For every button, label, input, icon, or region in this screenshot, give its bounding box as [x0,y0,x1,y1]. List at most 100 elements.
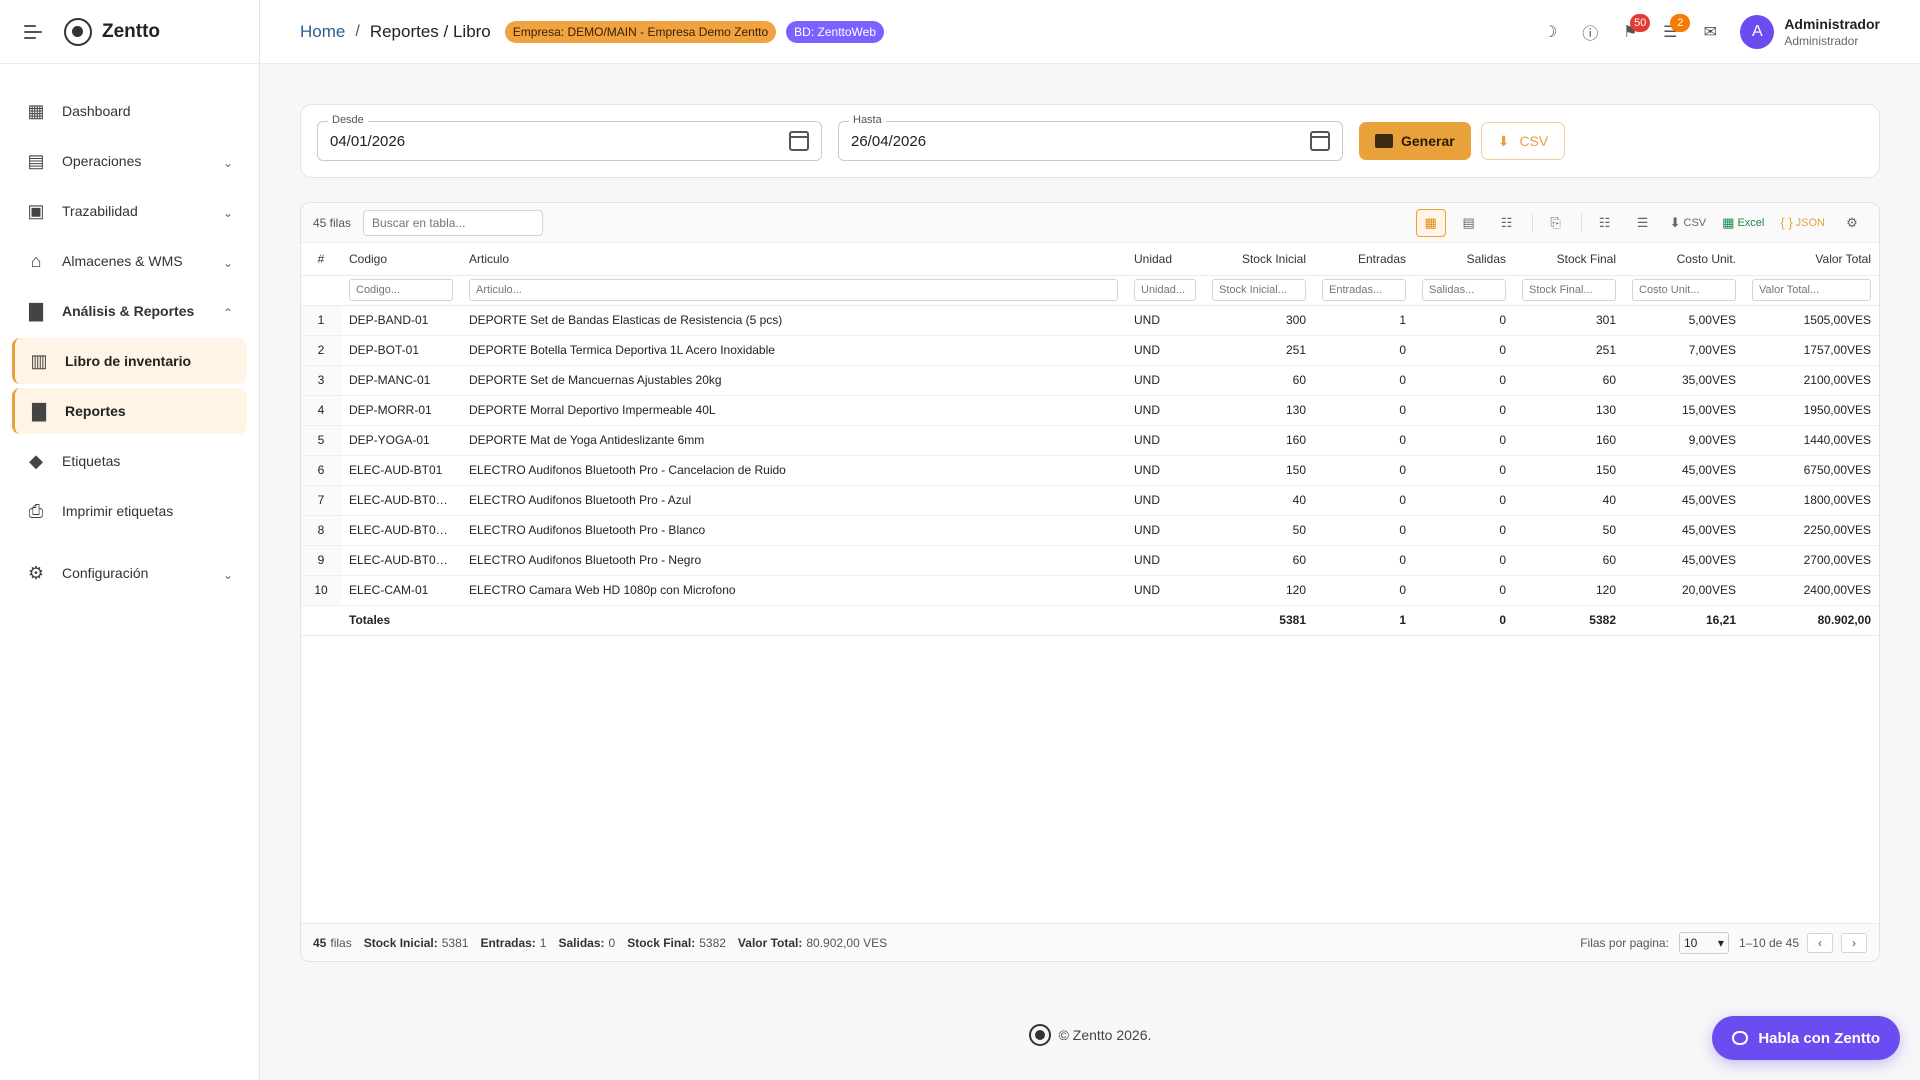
tasks-badge: 2 [1670,13,1691,32]
mail-icon[interactable]: ✉ [1690,12,1730,52]
column-header-entradas[interactable]: Entradas [1314,243,1414,276]
cell-salidas: 0 [1414,575,1514,606]
clipboard-icon[interactable]: ⎘ [1541,209,1571,237]
column-header-stock_final[interactable]: Stock Final [1514,243,1624,276]
chat-button[interactable]: Habla con Zentto [1712,1016,1900,1060]
cell-codigo: ELEC-AUD-BT01-... [341,515,461,546]
cell-codigo: DEP-YOGA-01 [341,425,461,456]
sidebar-item-configuracion[interactable]: ⚙ Configuración ⌄ [12,550,247,596]
sidebar-item-libro[interactable]: ▥ Libro de inventario [12,338,247,384]
sidebar-item-reportes[interactable]: ▇ Reportes [12,388,247,434]
grid-view-icon[interactable]: ☷ [1492,209,1522,237]
list-view-icon[interactable]: ▤ [1454,209,1484,237]
row-count: 45 filas [313,215,352,230]
table-row[interactable]: 10 ELEC-CAM-01 ELECTRO Camara Web HD 1080p… [301,575,1879,606]
export-json-tool[interactable]: { } JSON [1776,209,1829,237]
sidebar-item-trazabilidad[interactable]: ▣ Trazabilidad ⌄ [12,188,247,234]
cell-idx: 2 [301,335,341,366]
cell-codigo: ELEC-AUD-BT01-... [341,545,461,576]
column-header-unidad[interactable]: Unidad [1126,243,1204,276]
column-filter-valor_total[interactable] [1752,279,1871,301]
sidebar-item-etiquetas[interactable]: ◆ Etiquetas [12,438,247,484]
sidebar-item-imprimir[interactable]: ⎙ Imprimir etiquetas [12,488,247,534]
density-lines-icon[interactable]: ☰ [1628,209,1658,237]
cell-valor_total: 2250,00VES [1744,515,1879,546]
table-row[interactable]: 4 DEP-MORR-01 DEPORTE Morral Deportivo Imp… [301,395,1879,426]
avatar[interactable]: A [1740,14,1775,49]
column-filter-costo_unit[interactable] [1632,279,1736,301]
tasks-icon[interactable]: ☰ 2 [1650,12,1691,52]
user-info[interactable]: Administrador Administrador [1784,16,1880,48]
cell-valor_total: 2100,00VES [1744,365,1879,396]
column-filter-unidad[interactable] [1134,279,1196,301]
cell-entradas: 0 [1314,515,1414,546]
table-row[interactable]: 6 ELEC-AUD-BT01 ELECTRO Audifonos Bluetoot… [301,455,1879,486]
column-header-salidas[interactable]: Salidas [1414,243,1514,276]
export-excel-tool[interactable]: ▦ Excel [1718,209,1768,237]
notifications-icon[interactable]: ⚑ 50 [1610,12,1651,52]
cell-idx: 1 [301,305,341,336]
column-filter-stock_inicial[interactable] [1212,279,1306,301]
density-compact-icon[interactable]: ☷ [1590,209,1620,237]
cell-unidad: UND [1126,455,1204,486]
column-header-stock_inicial[interactable]: Stock Inicial [1204,243,1314,276]
hasta-field[interactable]: Hasta 26/04/2026 [838,114,1343,161]
sidebar-item-almacenes[interactable]: ⌂ Almacenes & WMS ⌄ [12,238,247,284]
settings-gear-icon[interactable]: ⚙ [1837,209,1867,237]
breadcrumb-home[interactable]: Home [300,22,345,42]
table-row[interactable]: 1 DEP-BAND-01 DEPORTE Set de Bandas Elasti… [301,305,1879,336]
generar-button[interactable]: Generar [1359,122,1471,160]
desde-field[interactable]: Desde 04/01/2026 [317,114,822,161]
hasta-value[interactable]: 26/04/2026 [851,133,1310,150]
cell-stock_final: 251 [1514,335,1624,366]
table-row[interactable]: 9 ELEC-AUD-BT01-... ELECTRO Audifonos Blue… [301,545,1879,576]
csv-export-button[interactable]: ⬇ CSV [1480,122,1566,160]
cell-salidas: 0 [1414,515,1514,546]
cell-costo_unit: 45,00VES [1624,485,1744,516]
column-header-costo_unit[interactable]: Costo Unit. [1624,243,1744,276]
table-row[interactable]: 5 DEP-YOGA-01 DEPORTE Mat de Yoga Antidesl… [301,425,1879,456]
download-icon: ⬇ [1497,132,1510,149]
table-row[interactable]: 7 ELEC-AUD-BT01-... ELECTRO Audifonos Blue… [301,485,1879,516]
grid-search-input[interactable] [363,209,544,236]
cell-valor_total: 2700,00VES [1744,545,1879,576]
sidebar-item-operaciones[interactable]: ▤ Operaciones ⌄ [12,138,247,184]
column-filter-entradas[interactable] [1322,279,1406,301]
column-header-codigo[interactable]: Codigo [341,243,461,276]
footer-stock-final-value: 5382 [699,935,726,950]
prev-page-button[interactable]: ‹ [1807,932,1833,953]
table-row[interactable]: 8 ELEC-AUD-BT01-... ELECTRO Audifonos Blue… [301,515,1879,546]
export-csv-tool[interactable]: ⬇ CSV [1666,209,1711,237]
cell-idx: 4 [301,395,341,426]
column-filter-salidas[interactable] [1422,279,1506,301]
column-filter-codigo[interactable] [349,279,453,301]
column-header-articulo[interactable]: Articulo [461,243,1126,276]
next-page-button[interactable]: › [1841,932,1867,953]
dark-mode-icon[interactable]: ☽ [1530,12,1570,52]
calendar-icon[interactable] [789,131,809,151]
cell-entradas: 0 [1314,575,1414,606]
calendar-icon[interactable] [1310,131,1330,151]
sidebar-item-label: Análisis & Reportes [62,303,195,319]
help-icon[interactable]: ⓘ [1570,12,1610,52]
cell-stock_final: 50 [1514,515,1624,546]
table-view-icon[interactable]: ▦ [1415,208,1446,237]
sidebar-item-dashboard[interactable]: ▦ Dashboard [12,88,247,134]
inbox-icon: ▤ [27,150,45,171]
table-row[interactable]: 3 DEP-MANC-01 DEPORTE Set de Mancuernas Aj… [301,365,1879,396]
rows-per-page-value: 10 [1683,935,1698,950]
column-header-idx[interactable]: # [301,243,341,276]
rows-per-page-select[interactable]: 10 ▾ [1678,931,1729,954]
column-filter-stock_final[interactable] [1522,279,1616,301]
database-chip[interactable]: BD: ZenttoWeb [786,20,884,43]
table-row[interactable]: 2 DEP-BOT-01 DEPORTE Botella Termica Depor… [301,335,1879,366]
column-filter-articulo[interactable] [469,279,1118,301]
sidebar-item-analisis[interactable]: ▇ Análisis & Reportes ⌃ [12,288,247,334]
cell-stock_final: 40 [1514,485,1624,516]
desde-value[interactable]: 04/01/2026 [330,133,789,150]
column-header-valor_total[interactable]: Valor Total [1744,243,1879,276]
cell-articulo: ELECTRO Audifonos Bluetooth Pro - Azul [461,485,1126,516]
cell-idx: 3 [301,365,341,396]
menu-toggle-icon[interactable] [24,24,42,39]
empresa-chip[interactable]: Empresa: DEMO/MAIN - Empresa Demo Zentto [504,20,777,43]
